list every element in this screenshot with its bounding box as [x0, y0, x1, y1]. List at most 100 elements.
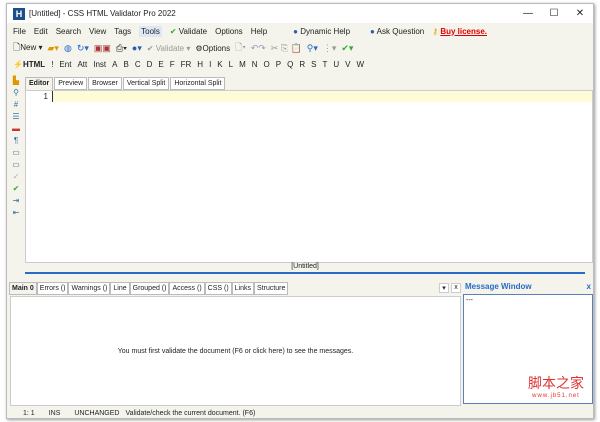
validate-label: Validate — [155, 43, 185, 53]
menu-options[interactable]: Options — [215, 27, 243, 36]
undo-icon[interactable]: ↶↷ — [251, 43, 266, 54]
new-label: New — [20, 43, 37, 52]
close-panel-button[interactable]: x — [451, 283, 461, 293]
list-icon[interactable]: ☰ — [12, 112, 19, 121]
tag-item[interactable]: E — [158, 60, 163, 69]
menu-validate[interactable]: ✔ Validate — [170, 27, 207, 36]
tag-item[interactable]: O — [264, 60, 270, 69]
tag-item[interactable]: Att — [77, 60, 87, 69]
maximize-button[interactable]: ☐ — [541, 8, 567, 19]
tag-item[interactable]: Inst — [93, 60, 106, 69]
options-button[interactable]: ⚙Options — [195, 44, 230, 53]
tab-preview[interactable]: Preview — [54, 77, 88, 90]
spellcheck-icon[interactable]: ✔▾ — [341, 43, 353, 54]
save-icon[interactable]: ▣▣ — [94, 43, 111, 54]
ask-question-label: Ask Question — [376, 26, 425, 36]
ask-question-button[interactable]: ● Ask Question — [370, 27, 424, 36]
tag-item[interactable]: N — [252, 60, 258, 69]
menu-tags[interactable]: Tags — [114, 27, 131, 36]
binoculars-icon[interactable]: ⚲ — [13, 88, 19, 97]
tag-item[interactable]: W — [357, 60, 365, 69]
tab-horizontal-split[interactable]: Horizontal Split — [170, 77, 226, 90]
tag-item[interactable]: M — [239, 60, 246, 69]
check-icon[interactable]: ✔ — [13, 184, 20, 193]
message-window-close[interactable]: x — [587, 282, 591, 294]
side-toolbar: ▙ ⚲ # ☰ ▬ ¶ ▭ ▭ ✓ ✔ ⇥ ⇤ — [9, 76, 23, 217]
spell-icon[interactable]: ✓ — [13, 172, 20, 181]
tag-item[interactable]: U — [333, 60, 339, 69]
tag-item[interactable]: Ent — [59, 60, 71, 69]
tag-item[interactable]: S — [311, 60, 316, 69]
menu-file[interactable]: File — [13, 27, 26, 36]
tab-warnings[interactable]: Warnings () — [68, 282, 111, 295]
cut-copy-paste-icon[interactable]: ✂ ⎘ 📋 — [271, 43, 302, 54]
paragraph-icon[interactable]: ¶ — [14, 136, 18, 145]
message-window-title: Message Window — [465, 282, 532, 291]
results-tabs: Main 0 Errors () Warnings () Line Groupe… — [9, 282, 289, 295]
tab-main[interactable]: Main 0 — [9, 282, 37, 295]
open-folder-icon[interactable]: ▰▾ — [48, 43, 59, 54]
tag-item[interactable]: K — [217, 60, 222, 69]
tag-item[interactable]: P — [276, 60, 281, 69]
menu-search[interactable]: Search — [56, 27, 81, 36]
tab-access[interactable]: Access () — [169, 282, 205, 295]
dynamic-help-button[interactable]: ● Dynamic Help — [293, 27, 350, 36]
html-tag-bar: ⚡HTML ! Ent Att Inst A B C D E F FR H I K L M N O P Q R S T U V W — [7, 57, 593, 71]
tag-item[interactable]: H — [197, 60, 203, 69]
new-button[interactable]: 🗋New ▾ — [13, 40, 43, 56]
tree-icon[interactable]: ⋮▾ — [323, 43, 337, 54]
html-button[interactable]: ⚡HTML — [13, 60, 45, 69]
frame-icon[interactable]: ▭ — [12, 148, 20, 157]
tag-item[interactable]: R — [299, 60, 305, 69]
tag-item[interactable]: A — [112, 60, 117, 69]
dropdown-button[interactable]: ▾ — [439, 283, 449, 293]
tag-item[interactable]: FR — [181, 60, 192, 69]
tag-item[interactable]: D — [147, 60, 153, 69]
menu-tools[interactable]: Tools — [139, 25, 162, 37]
minimize-button[interactable]: — — [515, 8, 541, 19]
lightning-icon: ⚡ — [13, 59, 23, 69]
html-label: HTML — [22, 59, 46, 69]
tab-structure[interactable]: Structure — [254, 282, 289, 295]
insert-icon[interactable]: ▙ — [13, 76, 19, 85]
refresh-icon[interactable]: ↻▾ — [77, 43, 89, 54]
tag-item[interactable]: T — [322, 60, 327, 69]
tab-browser[interactable]: Browser — [88, 77, 122, 90]
menu-bar: File Edit Search View Tags Tools ✔ Valid… — [7, 23, 593, 39]
menu-edit[interactable]: Edit — [34, 27, 48, 36]
tab-grouped[interactable]: Grouped () — [129, 282, 170, 295]
outdent-icon[interactable]: ⇤ — [13, 208, 20, 217]
tag-item[interactable]: C — [135, 60, 141, 69]
tab-line[interactable]: Line — [110, 282, 130, 295]
tab-css[interactable]: CSS () — [204, 282, 232, 295]
tag-item[interactable]: Q — [287, 60, 293, 69]
hash-icon[interactable]: # — [14, 100, 18, 109]
tab-vertical-split[interactable]: Vertical Split — [122, 77, 170, 90]
tag-item[interactable]: L — [229, 60, 233, 69]
validate-button[interactable]: ✔ Validate ▾ — [147, 44, 191, 53]
globe-icon[interactable]: ◍ — [64, 43, 72, 54]
tab-errors[interactable]: Errors () — [36, 282, 69, 295]
message-window-body[interactable]: --- 脚本之家 www.jb51.net — [463, 294, 593, 404]
code-editor[interactable]: 1 — [25, 90, 593, 263]
document-icon[interactable]: 🗋▾ — [235, 40, 246, 56]
validate-prompt[interactable]: You must first validate the document (F6… — [118, 348, 354, 355]
close-button[interactable]: ✕ — [567, 8, 593, 19]
menu-help[interactable]: Help — [251, 27, 267, 36]
tag-item[interactable]: ! — [51, 60, 53, 69]
help-dropdown-icon[interactable]: ●▾ — [132, 43, 142, 54]
find-icon[interactable]: ⚲▾ — [307, 43, 318, 54]
tag-item[interactable]: I — [209, 60, 211, 69]
flag-icon[interactable]: ▬ — [12, 124, 20, 133]
print-icon[interactable]: ⎙▾ — [116, 43, 127, 54]
indent-icon[interactable]: ⇥ — [13, 196, 20, 205]
results-panel[interactable]: You must first validate the document (F6… — [10, 296, 461, 406]
frame2-icon[interactable]: ▭ — [12, 160, 20, 169]
buy-license-link[interactable]: ⚷ Buy license. — [432, 27, 487, 36]
tag-item[interactable]: V — [345, 60, 350, 69]
tag-item[interactable]: B — [123, 60, 128, 69]
tag-item[interactable]: F — [170, 60, 175, 69]
menu-view[interactable]: View — [89, 27, 106, 36]
tab-links[interactable]: Links — [231, 282, 254, 295]
tab-editor[interactable]: Editor — [25, 77, 54, 90]
